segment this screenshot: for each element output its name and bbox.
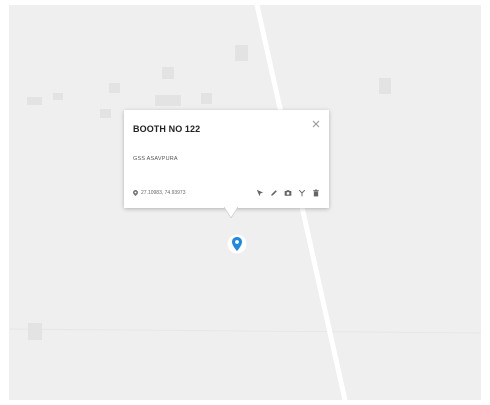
edit-icon[interactable] [270, 189, 278, 197]
location-pin-icon [133, 190, 138, 196]
map-building [100, 109, 111, 118]
map-building [235, 45, 248, 61]
popup-title: BOOTH NO 122 [133, 124, 201, 134]
coordinates: 27.10983, 74.93973 [133, 190, 186, 196]
popup-footer: 27.10983, 74.93973 [133, 188, 320, 198]
map-building [28, 323, 42, 340]
close-icon[interactable] [311, 119, 321, 129]
popup-pointer [224, 207, 238, 218]
delete-icon[interactable] [312, 189, 320, 197]
popup-actions [256, 189, 320, 197]
map-building [109, 83, 120, 93]
marker-info-popup: BOOTH NO 122 GSS ASAVPURA 27.10983, 74.9… [124, 110, 329, 208]
map-building [155, 95, 181, 106]
map-building [53, 93, 63, 100]
map-faint-road [9, 328, 481, 334]
coordinates-text: 27.10983, 74.93973 [141, 190, 186, 196]
map-pin-icon[interactable] [227, 234, 247, 258]
map-building [379, 78, 391, 94]
branch-icon[interactable] [298, 189, 306, 197]
popup-subtitle: GSS ASAVPURA [133, 156, 178, 162]
map-building [27, 97, 42, 105]
directions-icon[interactable] [256, 189, 264, 197]
map-building [162, 67, 174, 79]
camera-icon[interactable] [284, 189, 292, 197]
map-building [201, 93, 212, 104]
